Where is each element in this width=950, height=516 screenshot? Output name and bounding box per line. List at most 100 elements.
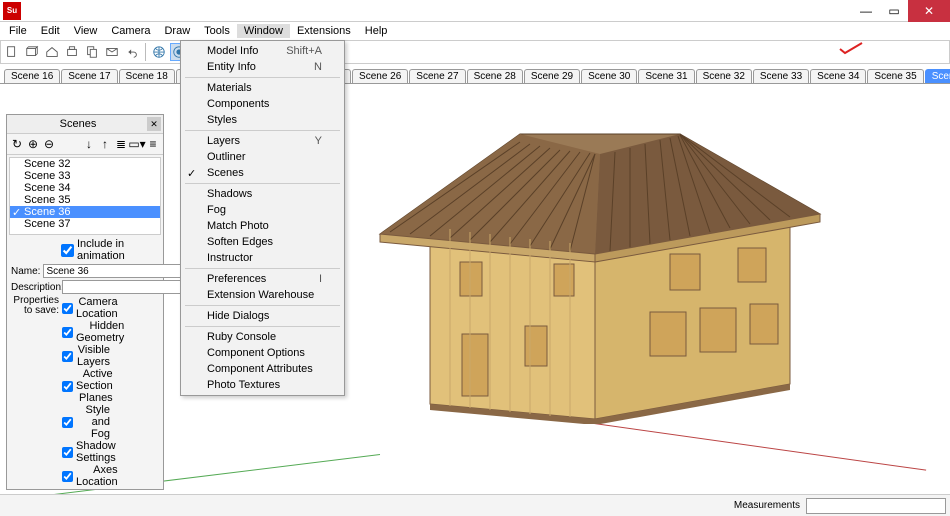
- undo-icon[interactable]: [123, 43, 141, 61]
- prop-checkbox[interactable]: [62, 447, 73, 458]
- menu-item-shadows[interactable]: Shadows: [181, 186, 344, 202]
- menu-item-entity-info[interactable]: Entity InfoN: [181, 59, 344, 75]
- close-button[interactable]: ✕: [908, 0, 950, 22]
- menu-view[interactable]: View: [67, 24, 105, 38]
- scene-tab[interactable]: Scene 29: [524, 69, 580, 83]
- prop-visible-layers[interactable]: Visible Layers: [62, 344, 110, 368]
- scene-tab[interactable]: Scene 18: [119, 69, 175, 83]
- include-checkbox[interactable]: [61, 244, 74, 257]
- menu-item-component-options[interactable]: Component Options: [181, 345, 344, 361]
- add-scene-icon[interactable]: ⊕: [26, 137, 40, 151]
- menu-window[interactable]: Window: [237, 24, 290, 38]
- scene-tab[interactable]: Scene 34: [810, 69, 866, 83]
- menu-item-model-info[interactable]: Model InfoShift+A: [181, 43, 344, 59]
- print-icon[interactable]: [63, 43, 81, 61]
- titlebar: Su — ▭ ✕: [0, 0, 950, 22]
- menu-separator: [185, 326, 340, 327]
- scenes-panel: Scenes ✕ ↻ ⊕ ⊖ ↓ ↑ ≣ ▭▾ ≡ Scene 32Scene …: [6, 114, 164, 490]
- scene-tab[interactable]: Scene 16: [4, 69, 60, 83]
- menu-item-preferences[interactable]: PreferencesI: [181, 271, 344, 287]
- scene-tab[interactable]: Scene 17: [61, 69, 117, 83]
- scene-tab[interactable]: Scene 31: [638, 69, 694, 83]
- menu-separator: [185, 130, 340, 131]
- menu-help[interactable]: Help: [358, 24, 395, 38]
- scene-tab[interactable]: Scene 27: [409, 69, 465, 83]
- menu-camera[interactable]: Camera: [104, 24, 157, 38]
- prop-checkbox[interactable]: [62, 351, 73, 362]
- menu-tools[interactable]: Tools: [197, 24, 237, 38]
- minimize-button[interactable]: —: [852, 0, 880, 22]
- panel-title-text: Scenes: [9, 118, 147, 130]
- view-list-icon[interactable]: ▭▾: [130, 137, 144, 151]
- menu-item-scenes[interactable]: ✓Scenes: [181, 165, 344, 181]
- list-step-icon[interactable]: ≣: [114, 137, 128, 151]
- menu-edit[interactable]: Edit: [34, 24, 67, 38]
- prop-checkbox[interactable]: [62, 471, 73, 482]
- scene-up-icon[interactable]: ↓: [82, 137, 96, 151]
- panel-toolbar: ↻ ⊕ ⊖ ↓ ↑ ≣ ▭▾ ≡: [7, 134, 163, 155]
- copy-icon[interactable]: [83, 43, 101, 61]
- remove-scene-icon[interactable]: ⊖: [42, 137, 56, 151]
- shortcut: N: [314, 61, 322, 73]
- scene-tab[interactable]: Scene 35: [867, 69, 923, 83]
- scene-tab[interactable]: Scene 36: [925, 69, 950, 83]
- scene-list-item[interactable]: ✓Scene 36: [10, 206, 160, 218]
- details-icon[interactable]: ≡: [146, 137, 160, 151]
- prop-axes-location[interactable]: Axes Location: [62, 464, 110, 488]
- globe-icon[interactable]: [150, 43, 168, 61]
- desc-label: Description:: [11, 282, 59, 293]
- menu-item-ruby-console[interactable]: Ruby Console: [181, 329, 344, 345]
- prop-checkbox[interactable]: [62, 417, 73, 428]
- prop-active-section-planes[interactable]: Active Section Planes: [62, 368, 110, 404]
- menu-item-hide-dialogs[interactable]: Hide Dialogs: [181, 308, 344, 324]
- menu-item-styles[interactable]: Styles: [181, 112, 344, 128]
- menu-item-photo-textures[interactable]: Photo Textures: [181, 377, 344, 393]
- new-icon[interactable]: [3, 43, 21, 61]
- scene-list-item[interactable]: Scene 32: [10, 158, 160, 170]
- panel-titlebar[interactable]: Scenes ✕: [7, 115, 163, 134]
- measurements-input[interactable]: [806, 498, 946, 514]
- prop-checkbox[interactable]: [62, 381, 73, 392]
- scene-down-icon[interactable]: ↑: [98, 137, 112, 151]
- prop-camera-location[interactable]: Camera Location: [62, 296, 110, 320]
- box-icon[interactable]: [23, 43, 41, 61]
- window-controls: — ▭ ✕: [852, 0, 950, 22]
- menu-file[interactable]: File: [2, 24, 34, 38]
- toolbar: [0, 40, 950, 64]
- menu-item-materials[interactable]: Materials: [181, 80, 344, 96]
- prop-checkbox[interactable]: [62, 303, 73, 314]
- scene-tab[interactable]: Scene 32: [696, 69, 752, 83]
- menu-item-instructor[interactable]: Instructor: [181, 250, 344, 266]
- menu-draw[interactable]: Draw: [157, 24, 197, 38]
- props-label: Properties to save:: [11, 296, 59, 316]
- scene-tab[interactable]: Scene 26: [352, 69, 408, 83]
- scene-tab[interactable]: Scene 28: [467, 69, 523, 83]
- prop-hidden-geometry[interactable]: Hidden Geometry: [62, 320, 110, 344]
- menu-item-fog[interactable]: Fog: [181, 202, 344, 218]
- menu-item-extension-warehouse[interactable]: Extension Warehouse: [181, 287, 344, 303]
- maximize-button[interactable]: ▭: [880, 0, 908, 22]
- prop-checkbox[interactable]: [62, 327, 73, 338]
- prop-shadow-settings[interactable]: Shadow Settings: [62, 440, 110, 464]
- refresh-icon[interactable]: ↻: [10, 137, 24, 151]
- menu-item-component-attributes[interactable]: Component Attributes: [181, 361, 344, 377]
- panel-close-button[interactable]: ✕: [147, 117, 161, 131]
- menu-item-match-photo[interactable]: Match Photo: [181, 218, 344, 234]
- house-icon[interactable]: [43, 43, 61, 61]
- scene-tab[interactable]: Scene 33: [753, 69, 809, 83]
- menu-item-layers[interactable]: LayersY: [181, 133, 344, 149]
- menu-item-outliner[interactable]: Outliner: [181, 149, 344, 165]
- mail-icon[interactable]: [103, 43, 121, 61]
- scene-list-item[interactable]: Scene 34: [10, 182, 160, 194]
- scene-tab[interactable]: Scene 30: [581, 69, 637, 83]
- scene-list-item[interactable]: Scene 33: [10, 170, 160, 182]
- scene-name-input[interactable]: [43, 264, 181, 278]
- scene-list-item[interactable]: Scene 37: [10, 218, 160, 230]
- prop-style-and-fog[interactable]: Style and Fog: [62, 404, 110, 440]
- menu-extensions[interactable]: Extensions: [290, 24, 358, 38]
- menu-item-soften-edges[interactable]: Soften Edges: [181, 234, 344, 250]
- menu-item-components[interactable]: Components: [181, 96, 344, 112]
- scenes-list[interactable]: Scene 32Scene 33Scene 34Scene 35✓Scene 3…: [9, 157, 161, 235]
- scene-list-item[interactable]: Scene 35: [10, 194, 160, 206]
- include-in-animation-check[interactable]: Include in animation: [61, 238, 159, 262]
